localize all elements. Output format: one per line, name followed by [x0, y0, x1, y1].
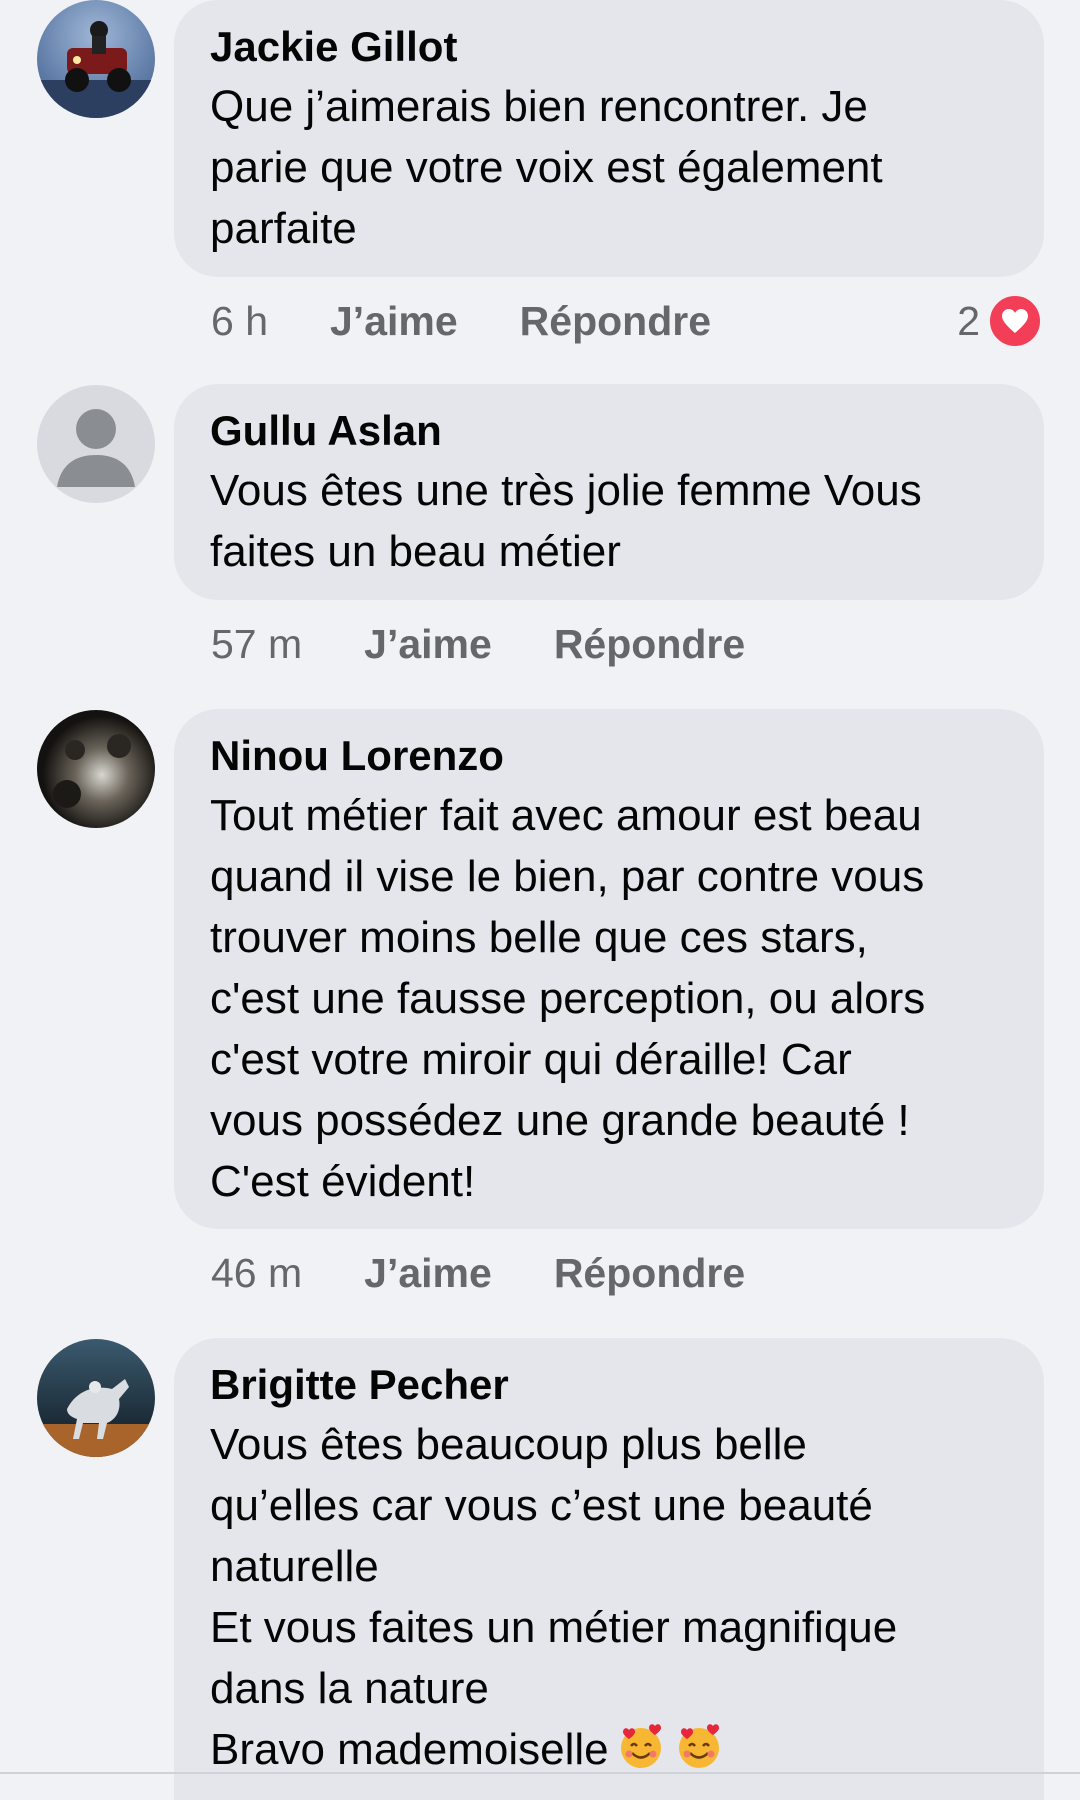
like-button[interactable]: J’aime [330, 298, 458, 345]
divider [0, 1772, 1080, 1774]
reaction-count: 2 [957, 297, 980, 344]
comment-actions: 57 m J’aime Répondre [211, 614, 807, 674]
reaction-summary[interactable]: 2 [957, 291, 1044, 351]
comment-bubble: Jackie Gillot Que j’aimerais bien rencon… [174, 0, 1044, 277]
comment-author[interactable]: Gullu Aslan [210, 402, 1008, 460]
comment-author[interactable]: Jackie Gillot [210, 18, 1008, 76]
smiling-face-with-hearts-emoji-icon [678, 1724, 719, 1768]
avatar[interactable] [37, 0, 155, 118]
comment-author[interactable]: Brigitte Pecher [210, 1356, 1008, 1414]
comment-timestamp[interactable]: 46 m [211, 1250, 302, 1297]
comment-actions: 46 m J’aime Répondre [211, 1243, 807, 1303]
dark-photo-avatar-icon [37, 710, 155, 828]
like-button[interactable]: J’aime [364, 1250, 492, 1297]
comment-text: Vous êtes beaucoup plus belle qu’elles c… [210, 1414, 1008, 1780]
comment-bubble: Brigitte Pecher Vous êtes beaucoup plus … [174, 1338, 1044, 1800]
default-user-avatar-icon [37, 385, 155, 503]
smiling-face-with-hearts-emoji-icon [620, 1724, 661, 1768]
avatar[interactable] [37, 1339, 155, 1457]
comment-actions: 6 h J’aime Répondre [211, 291, 773, 351]
avatar[interactable] [37, 710, 155, 828]
avatar[interactable] [37, 385, 155, 503]
reply-button[interactable]: Répondre [554, 621, 745, 668]
comment-text: Tout métier fait avec amour est beau qua… [210, 791, 926, 1206]
comment-timestamp[interactable]: 57 m [211, 621, 302, 668]
comment-text: Que j’aimerais bien rencontrer. Je parie… [210, 82, 883, 253]
horse-photo-avatar-icon [37, 1339, 155, 1457]
comment-author[interactable]: Ninou Lorenzo [210, 727, 1008, 785]
reply-button[interactable]: Répondre [554, 1250, 745, 1297]
comment-bubble: Ninou Lorenzo Tout métier fait avec amou… [174, 709, 1044, 1229]
reply-button[interactable]: Répondre [520, 298, 711, 345]
comment-bubble: Gullu Aslan Vous êtes une très jolie fem… [174, 384, 1044, 600]
like-button[interactable]: J’aime [364, 621, 492, 668]
comment-text-content: Vous êtes beaucoup plus belle qu’elles c… [210, 1420, 898, 1774]
comment-text: Vous êtes une très jolie femme Vous fait… [210, 466, 922, 576]
comment-timestamp[interactable]: 6 h [211, 298, 268, 345]
atv-photo-avatar-icon [37, 0, 155, 118]
heart-icon [986, 292, 1044, 350]
